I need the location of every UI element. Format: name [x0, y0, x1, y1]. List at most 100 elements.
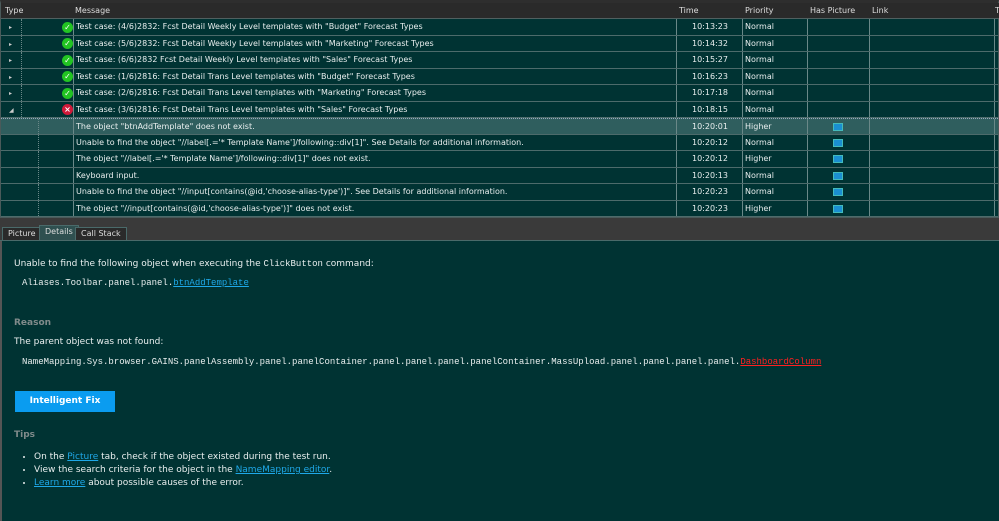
t-cell	[994, 35, 998, 51]
time-cell: 10:20:12	[676, 151, 742, 167]
t-cell	[994, 167, 998, 183]
message-cell: Keyboard input.	[73, 167, 676, 183]
passed-icon: ✓	[62, 38, 73, 49]
parent-path-text: NameMapping.Sys.browser.GAINS.panelAssem…	[22, 357, 741, 367]
expand-toggle-icon[interactable]: ▸	[9, 90, 12, 97]
picture-icon[interactable]	[833, 188, 843, 196]
priority-cell: Normal	[742, 35, 807, 51]
picture-icon[interactable]	[833, 204, 843, 213]
command-name: ClickButton	[263, 259, 323, 269]
has-picture-cell	[807, 119, 869, 134]
expand-toggle-icon[interactable]: ▸	[9, 57, 12, 64]
t-cell	[994, 184, 998, 200]
picture-icon[interactable]	[833, 123, 843, 131]
log-row[interactable]: ▸ ✓ Test case: (5/6)2832: Fcst Detail We…	[1, 35, 998, 52]
time-cell: 10:17:18	[676, 85, 742, 101]
tip-item: Learn more about possible causes of the …	[34, 477, 332, 490]
parent-path: NameMapping.Sys.browser.GAINS.panelAssem…	[22, 357, 821, 367]
log-row[interactable]: ▸ ✓ Test case: (6/6)2832 Fcst Detail Wee…	[1, 52, 998, 69]
time-cell: 10:20:23	[676, 200, 742, 216]
tip-text: .	[329, 465, 333, 475]
passed-icon: ✓	[62, 21, 73, 33]
has-picture-cell	[807, 52, 869, 68]
intelligent-fix-button[interactable]: Intelligent Fix	[15, 391, 115, 412]
expand-toggle-icon[interactable]: ▸	[9, 74, 12, 81]
log-row[interactable]: × The object "//input[contains(@id,'choo…	[1, 200, 998, 217]
time-cell: 10:20:01	[676, 119, 742, 134]
column-header-type[interactable]: Type	[5, 6, 23, 15]
log-row[interactable]: ▸ ✓ Test case: (4/6)2832: Fcst Detail We…	[1, 19, 998, 36]
log-row[interactable]: ➤ Keyboard input. 10:20:13 Normal	[1, 167, 998, 184]
tip-item: On the Picture tab, check if the object …	[34, 451, 332, 464]
link-cell	[869, 184, 994, 200]
message-cell: Test case: (5/6)2832: Fcst Detail Weekly…	[73, 35, 676, 51]
message-cell: The object "btnAddTemplate" does not exi…	[73, 119, 676, 134]
tab-picture[interactable]: Picture	[2, 227, 42, 241]
link-cell	[869, 119, 994, 134]
log-row[interactable]: ▸ ✓ Test case: (1/6)2816: Fcst Detail Tr…	[1, 68, 998, 85]
reason-text: The parent object was not found:	[14, 337, 164, 347]
type-cell: ✓	[21, 35, 73, 51]
has-picture-cell	[807, 167, 869, 183]
grid-header: Type Message Time Priority Has Picture L…	[1, 3, 999, 19]
tab-call-stack[interactable]: Call Stack	[75, 227, 127, 241]
tip-item: View the search criteria for the object …	[34, 464, 332, 477]
type-cell: ×	[38, 119, 73, 134]
t-cell	[994, 68, 998, 84]
log-row[interactable]: × Unable to find the object "//label[.='…	[1, 134, 998, 151]
time-cell: 10:20:13	[676, 167, 742, 183]
type-cell: ✓	[21, 68, 73, 84]
type-cell: ➤	[38, 167, 73, 183]
column-header-has-picture[interactable]: Has Picture	[810, 6, 855, 15]
has-picture-cell	[807, 35, 869, 51]
learn-more-link[interactable]: Learn more	[34, 478, 85, 488]
link-cell	[869, 101, 994, 117]
picture-icon[interactable]	[833, 155, 843, 163]
column-header-link[interactable]: Link	[872, 6, 888, 15]
link-cell	[869, 151, 994, 167]
picture-tab-link[interactable]: Picture	[67, 452, 98, 462]
type-cell: ×	[38, 151, 73, 167]
passed-icon: ✓	[62, 87, 73, 99]
time-cell: 10:13:23	[676, 19, 742, 35]
log-row[interactable]: × The object "//label[.='* Template Name…	[1, 151, 998, 168]
message-cell: Test case: (4/6)2832: Fcst Detail Weekly…	[73, 19, 676, 35]
missing-object-link[interactable]: DashboardColumn	[740, 357, 821, 367]
picture-icon[interactable]	[833, 138, 843, 147]
type-cell: ✓	[21, 19, 73, 35]
link-cell	[869, 19, 994, 35]
alias-object-link[interactable]: btnAddTemplate	[173, 278, 249, 288]
t-cell	[994, 200, 998, 216]
t-cell	[994, 85, 998, 101]
message-cell: The object "//input[contains(@id,'choose…	[73, 200, 676, 216]
log-row[interactable]: ◢ × Test case: (3/6)2816: Fcst Detail Tr…	[1, 101, 998, 118]
tab-details[interactable]: Details	[39, 225, 79, 241]
column-header-priority[interactable]: Priority	[745, 6, 773, 15]
type-cell: ×	[21, 101, 73, 117]
collapse-toggle-icon[interactable]: ◢	[9, 107, 14, 114]
link-cell	[869, 85, 994, 101]
priority-cell: Normal	[742, 52, 807, 68]
expand-toggle-icon[interactable]: ▸	[9, 41, 12, 48]
reason-heading: Reason	[14, 318, 52, 328]
namemapping-editor-link[interactable]: NameMapping editor	[236, 465, 330, 475]
tip-text: about possible causes of the error.	[85, 478, 244, 488]
log-row[interactable]: ▸ ✓ Test case: (2/6)2816: Fcst Detail Tr…	[1, 85, 998, 102]
log-row[interactable]: × Unable to find the object "//input[con…	[1, 184, 998, 201]
column-header-message[interactable]: Message	[75, 6, 110, 15]
expand-toggle-icon[interactable]: ▸	[9, 24, 12, 31]
log-row[interactable]: × The object "btnAddTemplate" does not e…	[1, 118, 998, 135]
link-cell	[869, 134, 994, 150]
column-header-t[interactable]: T	[995, 6, 999, 15]
picture-icon[interactable]	[833, 171, 843, 180]
has-picture-cell	[807, 184, 869, 200]
passed-icon: ✓	[62, 54, 73, 66]
error-intro: Unable to find the following object when…	[14, 259, 374, 269]
intro-text: Unable to find the following object when…	[14, 259, 264, 269]
message-cell: Unable to find the object "//label[.='* …	[73, 134, 676, 150]
priority-cell: Normal	[742, 184, 807, 200]
t-cell	[994, 134, 998, 150]
column-header-time[interactable]: Time	[679, 6, 699, 15]
passed-icon: ✓	[62, 71, 73, 82]
t-cell	[994, 52, 998, 68]
